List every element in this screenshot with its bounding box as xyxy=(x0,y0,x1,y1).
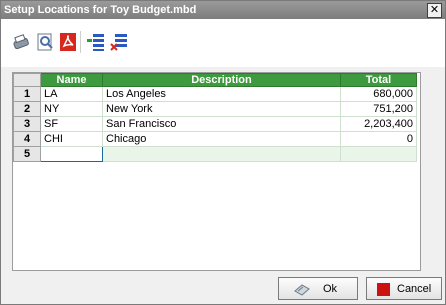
total-cell: 680,000 xyxy=(340,86,417,102)
ok-button[interactable]: Ok xyxy=(278,277,358,300)
name-cell[interactable]: NY xyxy=(40,101,103,117)
row-number[interactable]: 5 xyxy=(13,146,41,162)
total-cell: 0 xyxy=(340,131,417,147)
cancel-icon xyxy=(377,283,390,296)
name-cell[interactable]: LA xyxy=(40,86,103,102)
pdf-export-button[interactable] xyxy=(57,31,79,53)
row-number[interactable]: 1 xyxy=(13,86,41,102)
cancel-label: Cancel xyxy=(397,283,432,295)
name-cell-active[interactable] xyxy=(40,146,103,162)
table-row: 4 CHI Chicago 0 xyxy=(13,131,417,147)
table-row: 3 SF San Francisco 2,203,400 xyxy=(13,116,417,132)
ok-icon xyxy=(294,284,310,296)
corner-cell xyxy=(13,73,41,87)
row-number[interactable]: 3 xyxy=(13,116,41,132)
column-header-total[interactable]: Total xyxy=(340,73,417,87)
name-cell[interactable]: SF xyxy=(40,116,103,132)
print-icon xyxy=(13,34,29,50)
description-cell[interactable]: San Francisco xyxy=(102,116,341,132)
total-cell xyxy=(340,146,417,162)
delete-row-button[interactable] xyxy=(108,31,130,53)
row-number[interactable]: 2 xyxy=(13,101,41,117)
locations-table: Name Description Total 1 LA Los Angeles … xyxy=(13,73,417,162)
table-row: 1 LA Los Angeles 680,000 xyxy=(13,86,417,102)
description-cell[interactable]: Chicago xyxy=(102,131,341,147)
ok-label: Ok xyxy=(323,283,338,295)
delete-row-icon xyxy=(110,34,127,51)
header-row: Name Description Total xyxy=(13,73,417,87)
insert-row-icon xyxy=(87,34,104,51)
print-preview-icon xyxy=(37,33,53,51)
print-preview-button[interactable] xyxy=(34,31,56,53)
cancel-button[interactable]: Cancel xyxy=(366,277,442,300)
window-title: Setup Locations for Toy Budget.mbd xyxy=(4,4,197,16)
toolbar xyxy=(1,19,445,67)
row-number[interactable]: 4 xyxy=(13,131,41,147)
title-bar[interactable]: Setup Locations for Toy Budget.mbd ✕ xyxy=(1,1,445,19)
button-bar: Ok Cancel xyxy=(1,274,445,304)
table-row: 2 NY New York 751,200 xyxy=(13,101,417,117)
description-cell[interactable] xyxy=(102,146,341,162)
total-cell: 751,200 xyxy=(340,101,417,117)
insert-row-button[interactable] xyxy=(85,31,107,53)
locations-grid[interactable]: Name Description Total 1 LA Los Angeles … xyxy=(12,72,421,271)
total-cell: 2,203,400 xyxy=(340,116,417,132)
description-cell[interactable]: Los Angeles xyxy=(102,86,341,102)
column-header-description[interactable]: Description xyxy=(102,73,341,87)
close-icon[interactable]: ✕ xyxy=(427,3,442,18)
column-header-name[interactable]: Name xyxy=(40,73,103,87)
name-cell[interactable]: CHI xyxy=(40,131,103,147)
print-button[interactable] xyxy=(11,31,33,53)
pdf-icon xyxy=(60,33,76,51)
dialog-window: Setup Locations for Toy Budget.mbd ✕ Nam… xyxy=(0,0,446,305)
description-cell[interactable]: New York xyxy=(102,101,341,117)
toolbar-separator xyxy=(80,31,81,53)
table-row-new: 5 xyxy=(13,146,417,162)
